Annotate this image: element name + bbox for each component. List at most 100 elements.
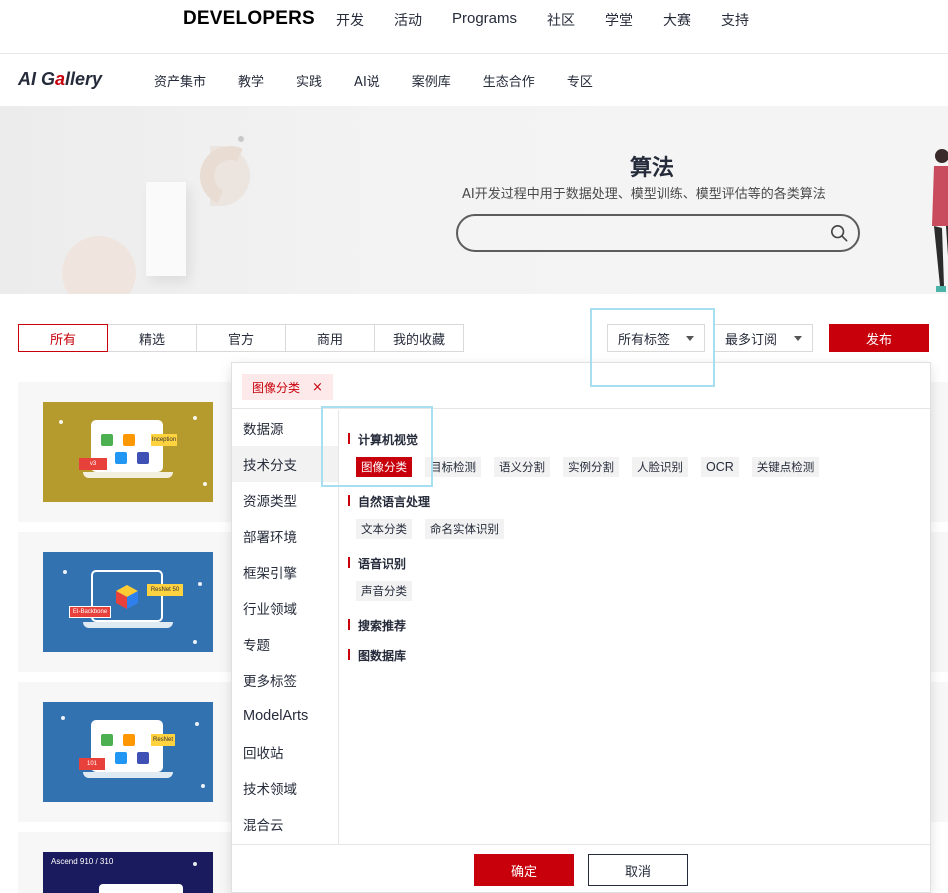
- subnav-zone[interactable]: 专区: [567, 71, 593, 90]
- top-nav-contest[interactable]: 大赛: [663, 10, 691, 30]
- tab-commercial[interactable]: 商用: [285, 324, 375, 352]
- logo-prefix: AI G: [18, 69, 56, 89]
- cube-icon: [116, 585, 138, 609]
- thumb-dot: [193, 416, 197, 420]
- selected-tag-chip[interactable]: 图像分类 ×: [242, 374, 333, 400]
- tag-image-classification[interactable]: 图像分类: [356, 457, 412, 477]
- thumb-dot: [198, 582, 202, 586]
- group-title-graph-db: 图数据库: [348, 647, 406, 664]
- card-thumbnail: ResNet 101: [43, 702, 213, 802]
- category-industry[interactable]: 行业领域: [232, 590, 338, 626]
- tag-options-area: 计算机视觉 图像分类 目标检测 语义分割 实例分割 人脸识别 OCR 关键点检测…: [340, 410, 930, 844]
- tab-my-favorites[interactable]: 我的收藏: [374, 324, 464, 352]
- banner-decor-block: [146, 182, 186, 276]
- subnav-ai-talk[interactable]: AI说: [354, 71, 380, 90]
- thumb-dot: [193, 862, 197, 866]
- top-nav-academy[interactable]: 学堂: [605, 10, 633, 30]
- thumb-icon: [115, 752, 127, 764]
- category-recycle-bin[interactable]: 回收站: [232, 734, 338, 770]
- search-box[interactable]: [456, 214, 860, 252]
- asset-card[interactable]: Ascend 910 / 310: [18, 832, 232, 893]
- subnav-case-library[interactable]: 案例库: [412, 71, 451, 90]
- top-nav: 开发 活动 Programs 社区 学堂 大赛 支持: [336, 10, 779, 30]
- laptop-base: [83, 472, 173, 478]
- category-more-tags[interactable]: 更多标签: [232, 662, 338, 698]
- tag-object-detection[interactable]: 目标检测: [425, 457, 481, 477]
- logo-accent: a: [55, 69, 66, 89]
- tag-semantic-segmentation[interactable]: 语义分割: [494, 457, 550, 477]
- tab-all[interactable]: 所有: [18, 324, 108, 352]
- asset-card[interactable]: ResNet 50 EI-Backbone: [18, 532, 232, 672]
- asset-card-edge: [930, 382, 948, 522]
- category-deploy-env[interactable]: 部署环境: [232, 518, 338, 554]
- top-nav-events[interactable]: 活动: [394, 10, 422, 30]
- model-chip: v3: [79, 458, 107, 470]
- tab-featured[interactable]: 精选: [107, 324, 197, 352]
- category-topic[interactable]: 专题: [232, 626, 338, 662]
- category-tech-domain[interactable]: 技术领域: [232, 770, 338, 806]
- tag-face-recognition[interactable]: 人脸识别: [632, 457, 688, 477]
- laptop-base: [83, 622, 173, 628]
- laptop-base: [83, 772, 173, 778]
- banner-decor-circle: [62, 236, 136, 294]
- category-resource-type[interactable]: 资源类型: [232, 482, 338, 518]
- category-data-source[interactable]: 数据源: [232, 410, 338, 446]
- tag-keypoint-detection[interactable]: 关键点检测: [751, 457, 820, 477]
- subnav-ecosystem[interactable]: 生态合作: [483, 71, 535, 90]
- model-chip: EI-Backbone: [69, 606, 111, 618]
- model-chip: ResNet 50: [147, 584, 183, 596]
- subnav-asset-market[interactable]: 资产集市: [154, 71, 206, 90]
- tag-ocr[interactable]: OCR: [701, 457, 739, 477]
- asset-card[interactable]: Inception v3: [18, 382, 232, 522]
- thumb-icon: [137, 752, 149, 764]
- thumb-icon: [115, 452, 127, 464]
- thumb-icon: [101, 434, 113, 446]
- tag-sound-classification[interactable]: 声音分类: [356, 581, 412, 601]
- thumb-dot: [193, 640, 197, 644]
- category-tech-branch[interactable]: 技术分支: [232, 446, 338, 482]
- gallery-subheader: AI Gallery 资产集市 教学 实践 AI说 案例库 生态合作 专区: [0, 54, 948, 106]
- top-nav-support[interactable]: 支持: [721, 10, 749, 30]
- category-hybrid-cloud[interactable]: 混合云: [232, 806, 338, 842]
- thumb-icon: [101, 734, 113, 746]
- banner-decor-dot: [238, 136, 244, 142]
- top-header: DEVELOPERS 开发 活动 Programs 社区 学堂 大赛 支持: [0, 0, 948, 54]
- group-title-search-recommend: 搜索推荐: [348, 617, 406, 634]
- top-nav-programs[interactable]: Programs: [452, 10, 517, 30]
- tag-instance-segmentation[interactable]: 实例分割: [563, 457, 619, 477]
- subnav-teaching[interactable]: 教学: [238, 71, 264, 90]
- search-icon[interactable]: [830, 224, 848, 242]
- group-title-speech: 语音识别: [348, 555, 406, 572]
- tag-filter-panel: 图像分类 × 数据源 技术分支 资源类型 部署环境 框架引擎 行业领域 专题 更…: [231, 362, 931, 893]
- thumb-dot: [203, 482, 207, 486]
- all-tags-dropdown-label: 所有标签: [618, 332, 671, 348]
- selected-tags-bar: 图像分类 ×: [232, 363, 930, 409]
- asset-card[interactable]: ResNet 101: [18, 682, 232, 822]
- tab-official[interactable]: 官方: [196, 324, 286, 352]
- developers-brand[interactable]: DEVELOPERS: [183, 8, 315, 30]
- gallery-nav: 资产集市 教学 实践 AI说 案例库 生态合作 专区: [154, 71, 625, 90]
- confirm-button[interactable]: 确定: [474, 854, 574, 886]
- thumb-icon: [123, 434, 135, 446]
- publish-button[interactable]: 发布: [829, 324, 929, 352]
- all-tags-dropdown[interactable]: 所有标签: [607, 324, 705, 352]
- panel-footer: 确定 取消: [232, 844, 930, 893]
- model-chip: ResNet: [151, 734, 175, 746]
- top-nav-community[interactable]: 社区: [547, 10, 575, 30]
- tag-text-classification[interactable]: 文本分类: [356, 519, 412, 539]
- model-chip: 101: [79, 758, 105, 770]
- thumb-dot: [63, 570, 67, 574]
- category-framework[interactable]: 框架引擎: [232, 554, 338, 590]
- close-icon[interactable]: ×: [312, 380, 323, 395]
- subnav-practice[interactable]: 实践: [296, 71, 322, 90]
- sort-dropdown[interactable]: 最多订阅: [714, 324, 813, 352]
- cancel-button[interactable]: 取消: [588, 854, 688, 886]
- top-nav-develop[interactable]: 开发: [336, 10, 364, 30]
- laptop-illustration: [99, 884, 183, 893]
- tag-ner[interactable]: 命名实体识别: [425, 519, 504, 539]
- category-modelarts[interactable]: ModelArts: [232, 698, 338, 734]
- group-title-nlp: 自然语言处理: [348, 493, 430, 510]
- ai-gallery-logo[interactable]: AI Gallery: [18, 69, 102, 90]
- card-thumbnail: Ascend 910 / 310: [43, 852, 213, 893]
- tag-row-speech: 声音分类: [356, 581, 425, 601]
